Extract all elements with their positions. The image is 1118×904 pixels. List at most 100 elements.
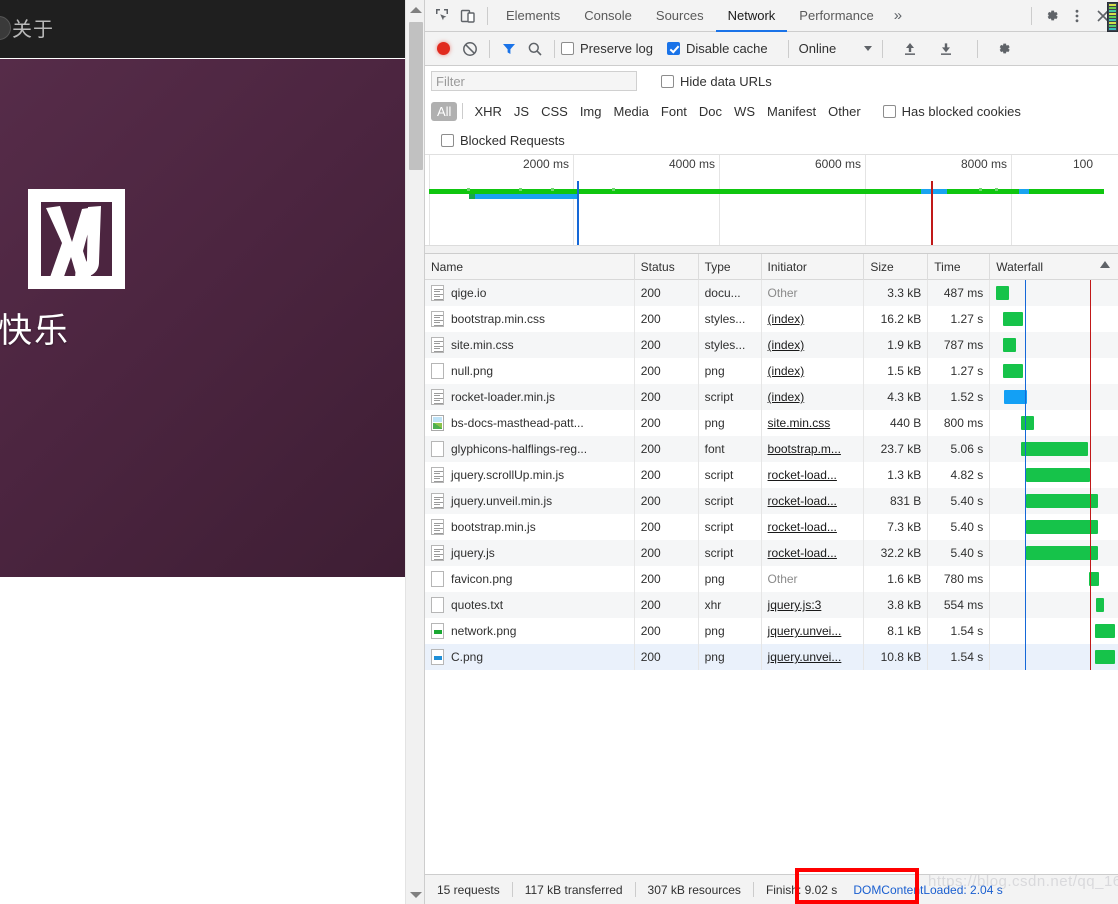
type-filter-js[interactable]: JS [508, 102, 535, 121]
clear-icon[interactable] [457, 36, 483, 62]
table-row[interactable]: null.png 200 png (index) 1.5 kB 1.27 s [425, 358, 1118, 384]
table-row[interactable]: quotes.txt 200 xhr jquery.js:3 3.8 kB 554 ms [425, 592, 1118, 618]
cell-initiator[interactable]: rocket-load... [762, 540, 865, 566]
inspect-cursor-icon[interactable] [429, 3, 455, 29]
table-row[interactable]: jquery.js 200 script rocket-load... 32.2 kB 5… [425, 540, 1118, 566]
hide-data-urls-checkbox[interactable] [661, 74, 674, 88]
tab-performance[interactable]: Performance [787, 0, 885, 32]
tab-elements[interactable]: Elements [494, 0, 572, 32]
network-overview-timeline[interactable]: 2000 ms 4000 ms 6000 ms 8000 ms 100 [425, 154, 1118, 254]
more-vertical-icon[interactable] [1064, 3, 1090, 29]
cell-initiator[interactable]: (index) [762, 306, 865, 332]
scroll-up-arrow-icon[interactable] [406, 0, 425, 19]
table-row[interactable]: jquery.unveil.min.js 200 script rocket-load… [425, 488, 1118, 514]
type-filter-ws[interactable]: WS [728, 102, 761, 121]
cell-initiator[interactable]: rocket-load... [762, 514, 865, 540]
export-har-icon[interactable] [933, 36, 959, 62]
cell-initiator[interactable]: jquery.unvei... [762, 644, 865, 670]
tab-sources[interactable]: Sources [644, 0, 716, 32]
gear-icon[interactable] [1038, 3, 1064, 29]
blocked-requests-label[interactable]: Blocked Requests [460, 133, 565, 148]
table-row[interactable]: bootstrap.min.js 200 script rocket-load... 7… [425, 514, 1118, 540]
cell-initiator[interactable]: jquery.unvei... [762, 618, 865, 644]
initiator-link[interactable]: (index) [768, 364, 805, 378]
more-tabs-chevron-icon[interactable]: » [886, 7, 910, 24]
import-har-icon[interactable] [897, 36, 923, 62]
table-row[interactable]: favicon.png 200 png Other 1.6 kB 780 ms [425, 566, 1118, 592]
column-header-size[interactable]: Size [864, 253, 929, 280]
tab-network[interactable]: Network [716, 0, 788, 32]
scroll-down-arrow-icon[interactable] [406, 885, 425, 904]
cell-initiator[interactable]: rocket-load... [762, 488, 865, 514]
waterfall-bar [1089, 572, 1100, 586]
has-blocked-cookies-label[interactable]: Has blocked cookies [902, 104, 1021, 119]
table-row[interactable]: glyphicons-halflings-reg... 200 font bootst… [425, 436, 1118, 462]
table-row[interactable]: site.min.css 200 styles... (index) 1.9 kB 787… [425, 332, 1118, 358]
scrollbar-thumb[interactable] [409, 22, 423, 170]
page-scrollbar[interactable] [405, 0, 424, 904]
initiator-link[interactable]: jquery.js:3 [768, 598, 822, 612]
has-blocked-cookies-checkbox[interactable] [882, 104, 896, 118]
cell-initiator[interactable]: (index) [762, 384, 865, 410]
disable-cache-label[interactable]: Disable cache [686, 41, 768, 56]
disable-cache-checkbox[interactable] [666, 42, 680, 55]
column-header-status[interactable]: Status [635, 253, 699, 280]
initiator-link[interactable]: rocket-load... [768, 520, 837, 534]
filter-funnel-icon[interactable] [496, 36, 522, 62]
cell-initiator[interactable]: rocket-load... [762, 462, 865, 488]
column-header-waterfall[interactable]: Waterfall [990, 254, 1118, 280]
table-row[interactable]: qige.io 200 docu... Other 3.3 kB 487 ms [425, 280, 1118, 306]
initiator-link[interactable]: (index) [768, 390, 805, 404]
initiator-link[interactable]: jquery.unvei... [768, 650, 842, 664]
device-toolbar-icon[interactable] [455, 3, 481, 29]
type-filter-xhr[interactable]: XHR [468, 102, 507, 121]
initiator-link[interactable]: bootstrap.m... [768, 442, 841, 456]
performance-mini-bars-icon[interactable] [1107, 2, 1118, 32]
type-filter-img[interactable]: Img [574, 102, 608, 121]
throttling-value: Online [798, 41, 837, 56]
initiator-link[interactable]: (index) [768, 338, 805, 352]
type-filter-manifest[interactable]: Manifest [761, 102, 822, 121]
table-row[interactable]: network.png 200 png jquery.unvei... 8.1 kB 1.… [425, 618, 1118, 644]
table-row[interactable]: jquery.scrollUp.min.js 200 script rocket-lo… [425, 462, 1118, 488]
type-filter-media[interactable]: Media [607, 102, 654, 121]
type-filter-doc[interactable]: Doc [693, 102, 728, 121]
initiator-link[interactable]: site.min.css [768, 416, 831, 430]
network-settings-gear-icon[interactable] [990, 36, 1016, 62]
column-header-initiator[interactable]: Initiator [762, 253, 865, 280]
column-header-type[interactable]: Type [699, 253, 762, 280]
initiator-link[interactable]: rocket-load... [768, 468, 837, 482]
search-icon[interactable] [522, 36, 548, 62]
preserve-log-label[interactable]: Preserve log [580, 41, 653, 56]
navbar-item-about[interactable]: 关于 [12, 17, 54, 41]
type-filter-other[interactable]: Other [822, 102, 867, 121]
table-row[interactable]: C.png 200 png jquery.unvei... 10.8 kB 1.54 s [425, 644, 1118, 670]
column-header-time[interactable]: Time [928, 253, 991, 280]
filter-input[interactable] [431, 71, 637, 91]
initiator-link[interactable]: (index) [768, 312, 805, 326]
initiator-link[interactable]: jquery.unvei... [768, 624, 842, 638]
network-throttling-select[interactable]: Online [795, 41, 877, 56]
type-filter-all[interactable]: All [431, 101, 458, 121]
cell-initiator[interactable]: (index) [762, 358, 865, 384]
chevron-down-icon [864, 46, 873, 51]
blocked-requests-checkbox[interactable] [441, 133, 454, 147]
table-row[interactable]: bootstrap.min.css 200 styles... (index) 16.2… [425, 306, 1118, 332]
table-row[interactable]: rocket-loader.min.js 200 script (index) 4.3 … [425, 384, 1118, 410]
table-row[interactable]: bs-docs-masthead-patt... 200 png site.min.c… [425, 410, 1118, 436]
requests-table-header: Name Status Type Initiator Size Time Wat… [425, 253, 1118, 280]
cell-initiator[interactable]: (index) [762, 332, 865, 358]
type-filter-font[interactable]: Font [655, 102, 693, 121]
column-header-name[interactable]: Name [425, 253, 635, 280]
tab-console[interactable]: Console [572, 0, 644, 32]
initiator-link[interactable]: rocket-load... [768, 546, 837, 560]
type-filter-css[interactable]: CSS [535, 102, 574, 121]
cell-initiator[interactable]: bootstrap.m... [762, 436, 865, 462]
initiator-link[interactable]: rocket-load... [768, 494, 837, 508]
preserve-log-checkbox[interactable] [561, 42, 574, 55]
cell-initiator[interactable]: site.min.css [762, 410, 865, 436]
hide-data-urls-label[interactable]: Hide data URLs [680, 74, 772, 89]
record-network-log-button[interactable] [437, 42, 450, 55]
cell-initiator[interactable]: jquery.js:3 [762, 592, 865, 618]
request-name: C.png [451, 650, 484, 664]
